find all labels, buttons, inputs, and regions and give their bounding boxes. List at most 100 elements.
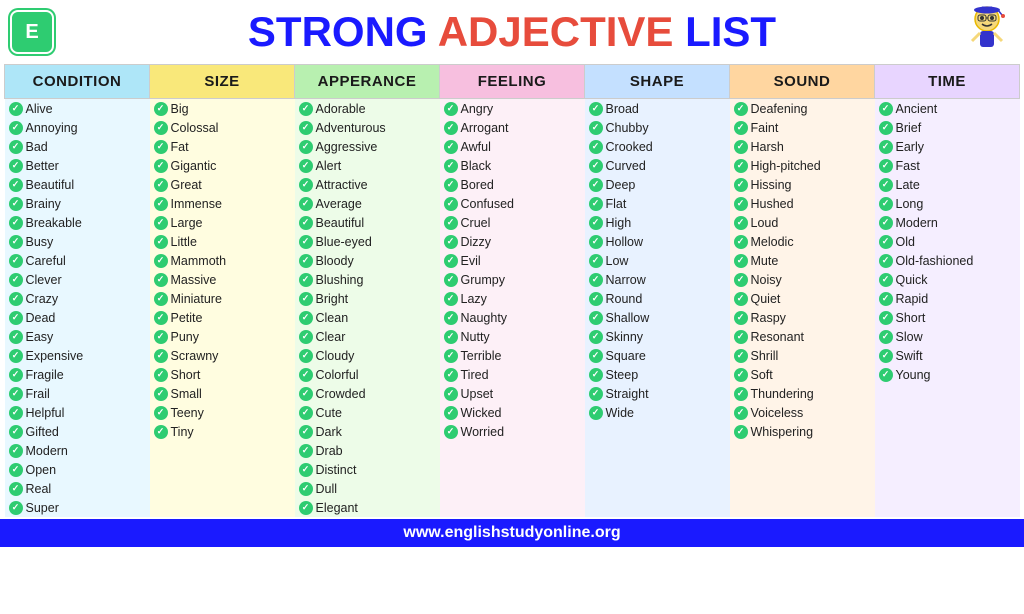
th-apperance: APPERANCE [295,65,440,99]
cell-condition-3: ✓Better [5,156,150,175]
cell-sound-20 [730,479,875,498]
word-text: Distinct [316,463,357,477]
cell-condition-18: ✓Modern [5,441,150,460]
check-icon: ✓ [589,159,603,173]
word-row-size-6: ✓Large [154,214,291,231]
cell-condition-21: ✓Super [5,498,150,517]
word-text: Modern [26,444,68,458]
title-strong: STRONG [248,8,428,55]
check-icon: ✓ [9,235,23,249]
footer: www.englishstudyonline.org [0,519,1024,547]
cell-apperance-7: ✓Blue-eyed [295,232,440,251]
check-icon: ✓ [879,368,893,382]
check-icon: ✓ [299,501,313,515]
cell-size-17: ✓Tiny [150,422,295,441]
cell-apperance-12: ✓Clear [295,327,440,346]
word-row-time-0: ✓Ancient [879,100,1016,117]
cell-sound-16: ✓Voiceless [730,403,875,422]
check-icon: ✓ [589,387,603,401]
cell-shape-10: ✓Round [585,289,730,308]
cell-feeling-15: ✓Upset [440,384,585,403]
cell-apperance-15: ✓Crowded [295,384,440,403]
check-icon: ✓ [9,292,23,306]
word-text: Fragile [26,368,64,382]
word-text: Hushed [751,197,794,211]
word-row-shape-4: ✓Deep [589,176,726,193]
cell-size-16: ✓Teeny [150,403,295,422]
word-text: Great [171,178,202,192]
check-icon: ✓ [299,235,313,249]
word-row-apperance-16: ✓Cute [299,404,436,421]
check-icon: ✓ [734,121,748,135]
cell-apperance-18: ✓Drab [295,441,440,460]
word-text: Bad [26,140,48,154]
cell-apperance-10: ✓Bright [295,289,440,308]
th-condition: CONDITION [5,65,150,99]
th-time: TIME [875,65,1020,99]
check-icon: ✓ [734,330,748,344]
word-text: Soft [751,368,773,382]
word-row-size-10: ✓Miniature [154,290,291,307]
cell-feeling-4: ✓Bored [440,175,585,194]
cell-condition-19: ✓Open [5,460,150,479]
word-row-size-13: ✓Scrawny [154,347,291,364]
word-text: Annoying [26,121,78,135]
word-row-feeling-14: ✓Tired [444,366,581,383]
word-text: Slow [896,330,923,344]
cell-size-0: ✓Big [150,99,295,119]
word-text: Cute [316,406,342,420]
word-row-size-16: ✓Teeny [154,404,291,421]
word-row-condition-6: ✓Breakable [9,214,146,231]
word-text: High-pitched [751,159,821,173]
table-row: ✓Annoying✓Colossal✓Adventurous✓Arrogant✓… [5,118,1020,137]
word-row-apperance-13: ✓Cloudy [299,347,436,364]
cell-feeling-11: ✓Naughty [440,308,585,327]
cell-shape-8: ✓Low [585,251,730,270]
cell-time-11: ✓Short [875,308,1020,327]
word-row-apperance-1: ✓Adventurous [299,119,436,136]
check-icon: ✓ [154,425,168,439]
cell-sound-7: ✓Melodic [730,232,875,251]
word-text: Steep [606,368,639,382]
word-row-condition-1: ✓Annoying [9,119,146,136]
check-icon: ✓ [879,102,893,116]
word-text: Tired [461,368,489,382]
word-row-condition-14: ✓Fragile [9,366,146,383]
word-text: Flat [606,197,627,211]
word-row-shape-5: ✓Flat [589,195,726,212]
check-icon: ✓ [444,159,458,173]
word-text: Blue-eyed [316,235,372,249]
word-text: Old [896,235,915,249]
word-row-shape-7: ✓Hollow [589,233,726,250]
word-text: Better [26,159,59,173]
check-icon: ✓ [734,254,748,268]
word-text: Careful [26,254,66,268]
cell-time-8: ✓Old-fashioned [875,251,1020,270]
word-text: Worried [461,425,505,439]
word-text: Immense [171,197,222,211]
check-icon: ✓ [879,311,893,325]
word-text: Colossal [171,121,219,135]
table-row: ✓Brainy✓Immense✓Average✓Confused✓Flat✓Hu… [5,194,1020,213]
cell-feeling-12: ✓Nutty [440,327,585,346]
check-icon: ✓ [299,102,313,116]
cell-condition-0: ✓Alive [5,99,150,119]
cell-feeling-13: ✓Terrible [440,346,585,365]
table-row: ✓Bad✓Fat✓Aggressive✓Awful✓Crooked✓Harsh✓… [5,137,1020,156]
word-row-time-13: ✓Swift [879,347,1016,364]
word-row-apperance-2: ✓Aggressive [299,138,436,155]
cell-condition-6: ✓Breakable [5,213,150,232]
word-row-condition-10: ✓Crazy [9,290,146,307]
cell-time-6: ✓Modern [875,213,1020,232]
check-icon: ✓ [879,121,893,135]
word-row-apperance-7: ✓Blue-eyed [299,233,436,250]
word-text: Expensive [26,349,84,363]
check-icon: ✓ [879,197,893,211]
check-icon: ✓ [299,406,313,420]
word-row-time-3: ✓Fast [879,157,1016,174]
cell-feeling-9: ✓Grumpy [440,270,585,289]
cell-shape-7: ✓Hollow [585,232,730,251]
word-text: Mammoth [171,254,227,268]
cell-size-7: ✓Little [150,232,295,251]
word-text: Breakable [26,216,82,230]
